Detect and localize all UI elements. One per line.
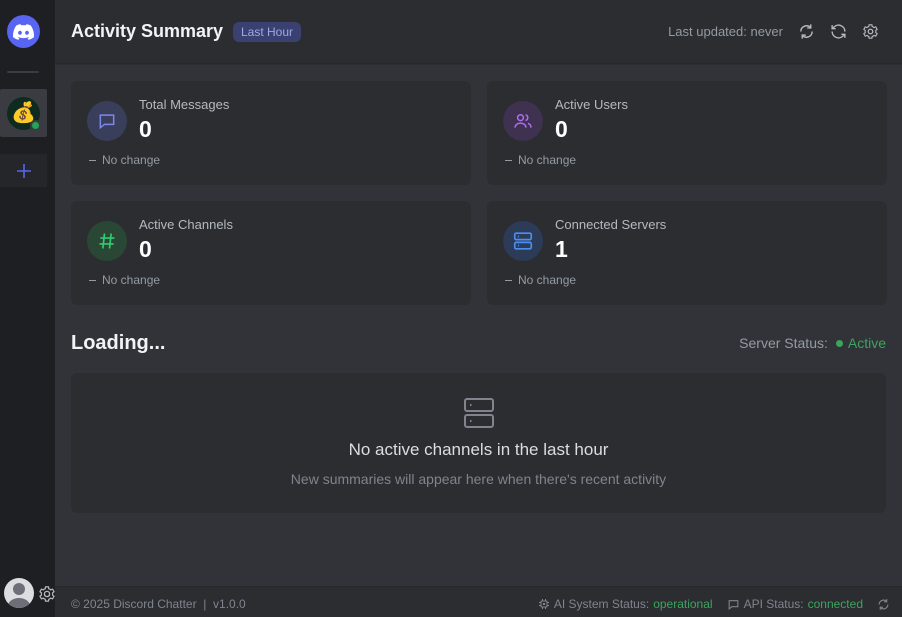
page-header: Activity Summary Last Hour Last updated:… [55,0,902,64]
last-updated-text: Last updated: never [668,24,783,39]
sync-icon[interactable] [830,23,847,40]
empty-state-subtitle: New summaries will appear here when ther… [290,471,667,487]
refresh-icon[interactable] [798,23,815,40]
user-avatar-icon [7,583,31,608]
discord-home-button[interactable] [7,15,40,48]
stat-label: Total Messages [139,97,230,112]
api-status-value: connected [807,597,863,611]
server-status: Server Status: Active [739,335,886,351]
stat-value: 0 [139,236,152,262]
api-status-label: API Status: [743,597,804,611]
footer-status: AI System Status: operational API Status… [538,597,890,611]
dash-icon [505,280,512,282]
server-sidebar: 💰 [0,0,55,617]
status-dot-icon [835,339,843,347]
dash-icon [89,160,96,162]
empty-state-panel: No active channels in the last hour New … [71,373,886,513]
plus-icon [16,163,31,178]
page-title: Activity Summary [71,21,224,41]
server-status-label: Server Status: [739,335,828,351]
server-stack-icon [464,398,494,428]
stat-change: No change [89,153,160,167]
server-online-indicator [30,120,41,131]
stat-card-active-users: Active Users 0 No change [487,81,887,185]
server-item-money[interactable]: 💰 [0,89,47,137]
user-settings-gear-icon[interactable] [38,585,56,603]
stat-label: Active Channels [139,217,233,232]
ai-status-value: operational [653,597,713,611]
dash-icon [89,280,96,282]
discord-logo-icon [13,23,34,40]
settings-gear-icon[interactable] [862,23,879,40]
time-range-badge: Last Hour [233,22,302,42]
ai-status-label: AI System Status: [553,597,650,611]
stat-label: Connected Servers [555,217,667,232]
stat-value: 0 [139,116,152,142]
summaries-title: Loading... [71,332,166,354]
stat-value: 0 [555,116,568,142]
sidebar-divider [7,71,39,73]
main-content: Total Messages 0 No change Active Users … [55,65,902,586]
stat-change: No change [89,273,160,287]
server-icon [503,221,543,261]
cpu-icon [538,599,549,609]
stat-label: Active Users [555,97,628,112]
add-server-button[interactable] [0,154,47,187]
stat-card-active-channels: Active Channels 0 No change [71,201,471,305]
dash-icon [505,160,512,162]
app-footer: © 2025 Discord Chatter | v1.0.0 AI Syste… [55,586,902,617]
server-status-value: Active [847,335,886,351]
empty-state-title: No active channels in the last hour [348,440,609,459]
stat-value: 1 [555,236,568,262]
stat-change: No change [505,273,576,287]
user-avatar[interactable] [4,578,34,608]
hash-icon [87,221,127,261]
message-icon [728,599,738,610]
stat-change: No change [505,153,576,167]
refresh-icon[interactable] [877,598,890,611]
footer-copyright: © 2025 Discord Chatter | v1.0.0 [71,597,246,611]
stat-card-connected-servers: Connected Servers 1 No change [487,201,887,305]
stat-card-total-messages: Total Messages 0 No change [71,81,471,185]
users-icon [503,101,543,141]
message-icon [87,101,127,141]
